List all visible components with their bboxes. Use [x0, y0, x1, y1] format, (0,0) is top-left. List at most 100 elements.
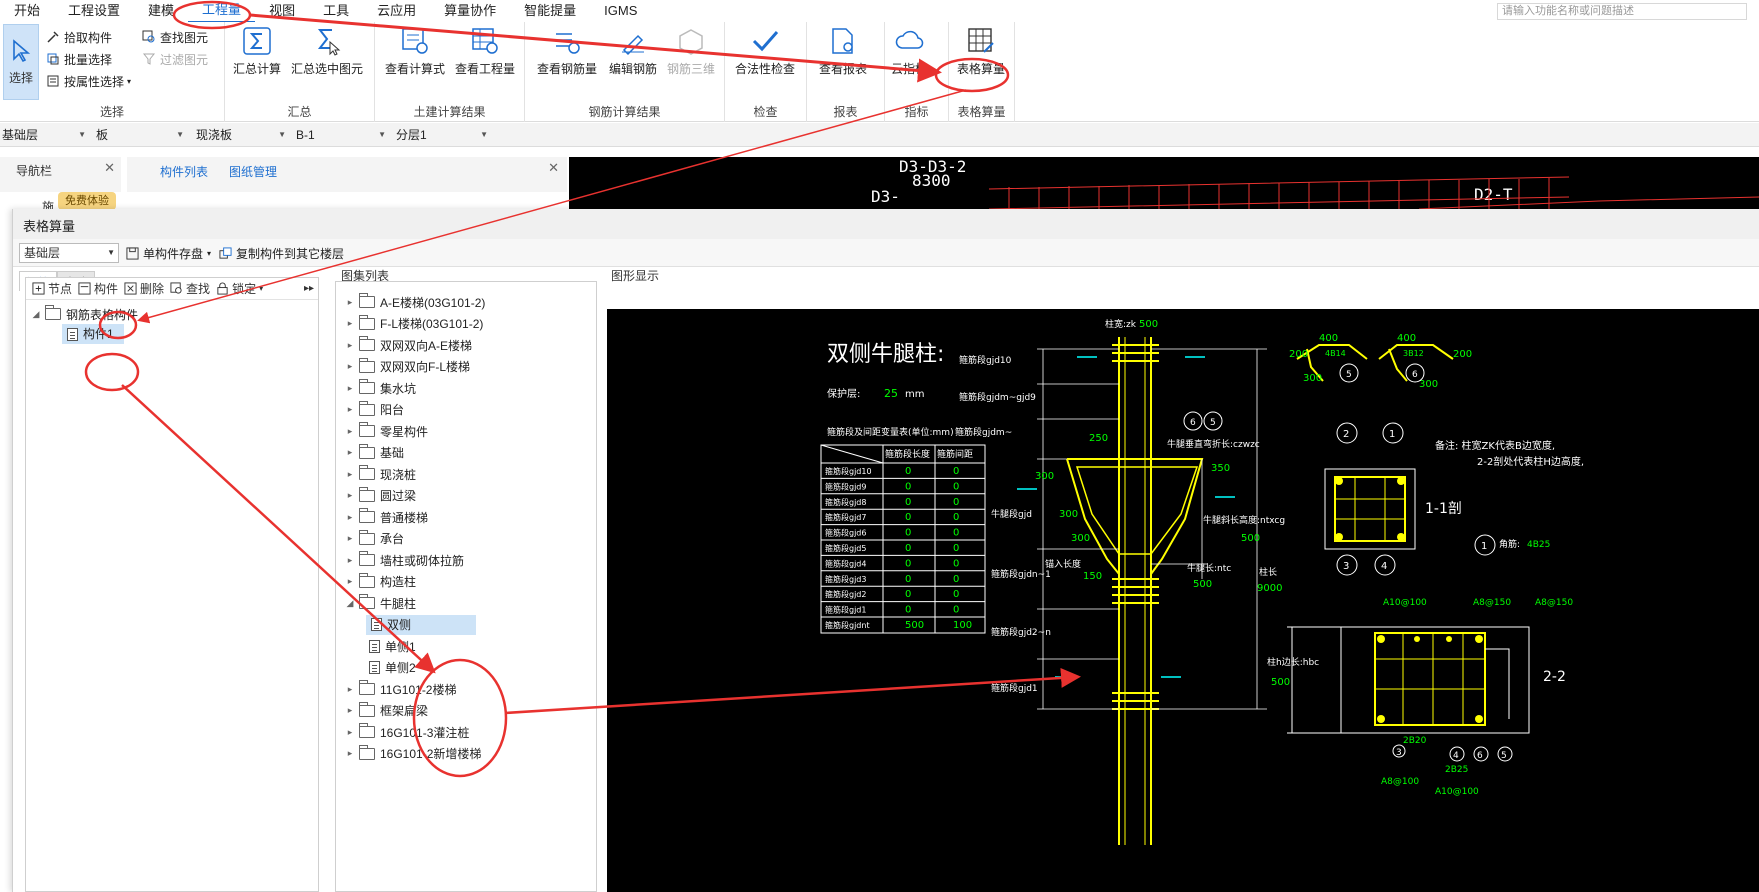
expand-icon[interactable]: ▸ — [344, 490, 356, 501]
atlas-item-label: 双侧 — [387, 617, 412, 632]
quantity-icon — [472, 28, 498, 54]
pick-component-button[interactable]: 拾取构件 — [46, 28, 112, 46]
atlas-folder-item[interactable]: ▸ 现浇桩 — [344, 464, 416, 484]
expand-icon[interactable]: ▸ — [344, 727, 356, 738]
atlas-child-item[interactable]: 单侧1 — [366, 636, 476, 656]
atlas-child-item[interactable]: 单侧2 — [366, 658, 476, 678]
rebar-3d-button[interactable]: 钢筋三维 — [667, 26, 715, 77]
table-calc-button[interactable]: 表格算量 — [957, 26, 1005, 77]
menu-view[interactable]: 视图 — [255, 0, 309, 22]
table-cell-name: 箍筋段gjd6 — [825, 528, 866, 538]
expand-icon[interactable]: ▸ — [344, 383, 356, 394]
atlas-folder-item[interactable]: ▸ 圆过梁 — [344, 486, 416, 506]
expand-icon[interactable]: ▸ — [344, 576, 356, 587]
lbl-zc-value: 9000 — [1257, 583, 1282, 594]
atlas-folder-item[interactable]: ▸ 16G101-3灌注桩 — [344, 722, 469, 742]
atlas-folder-item[interactable]: ▸ 普通楼梯 — [344, 507, 428, 527]
lock-button[interactable]: 锁定 ▾ — [216, 280, 263, 297]
filter-element-button[interactable]: 过滤图元 — [142, 50, 208, 68]
component-selector[interactable]: B-1 ▼ — [294, 126, 388, 144]
view-report-button[interactable]: 查看报表 — [819, 26, 867, 77]
delete-button[interactable]: 删除 — [124, 280, 164, 297]
cloud-index-button[interactable]: 云指标 — [891, 26, 927, 77]
collapse-icon[interactable]: ◢ — [30, 309, 42, 320]
menu-modeling[interactable]: 建模 — [134, 0, 188, 22]
type-selector[interactable]: 现浇板 ▼ — [194, 126, 288, 144]
validity-check-button[interactable]: 合法性检查 — [735, 26, 795, 77]
view-quantity-button[interactable]: 查看工程量 — [455, 26, 515, 77]
expand-icon[interactable]: ▸ — [344, 512, 356, 523]
atlas-folder-item[interactable]: ▸ 零星构件 — [344, 421, 428, 441]
close-icon[interactable]: ✕ — [548, 160, 559, 176]
tab-drawing-management[interactable]: 图纸管理 — [229, 163, 277, 180]
view-rebar-button[interactable]: 查看钢筋量 — [537, 26, 597, 77]
atlas-folder-item[interactable]: ▸ 承台 — [344, 529, 404, 549]
view-formula-button[interactable]: 查看计算式 — [385, 26, 445, 77]
free-trial-badge[interactable]: 免费体验 — [58, 192, 116, 210]
sublayer-selector[interactable]: 分层1 ▼ — [394, 126, 490, 144]
select-button[interactable]: 选择 — [3, 24, 39, 100]
atlas-folder-item[interactable]: ▸ 构造柱 — [344, 572, 416, 592]
menu-smart[interactable]: 智能提量 — [510, 0, 590, 22]
expand-icon[interactable]: ▸ — [344, 555, 356, 566]
atlas-folder-item[interactable]: ▸ 16G101-2新增楼梯 — [344, 744, 481, 764]
tab-component-list[interactable]: 构件列表 — [160, 163, 208, 180]
atlas-folder-item[interactable]: ▸ 阳台 — [344, 400, 404, 420]
collapse-icon[interactable]: ◢ — [344, 598, 356, 609]
expand-icon[interactable]: ▸ — [344, 297, 356, 308]
expand-icon[interactable]: ▸ — [344, 705, 356, 716]
copy-to-floor-button[interactable]: 复制构件到其它楼层 — [219, 245, 344, 262]
floor-selector[interactable]: 基础层 ▼ — [0, 126, 88, 144]
menu-igms[interactable]: IGMS — [590, 0, 651, 22]
tree-component-node[interactable]: 构件1 — [62, 324, 124, 344]
expand-icon[interactable]: ▸ — [344, 340, 356, 351]
atlas-folder-item[interactable]: ▸ 11G101-2楼梯 — [344, 679, 456, 699]
find-element-button[interactable]: 查找图元 — [142, 28, 208, 46]
atlas-folder-item[interactable]: ▸ 基础 — [344, 443, 404, 463]
category-selector[interactable]: 板 ▼ — [94, 126, 186, 144]
dialog-floor-select[interactable]: 基础层 ▼ — [19, 243, 119, 263]
menu-project-settings[interactable]: 工程设置 — [54, 0, 134, 22]
expand-icon[interactable]: ▸ — [344, 404, 356, 415]
expand-icon[interactable]: ▸ — [344, 469, 356, 480]
batch-select-button[interactable]: 批量选择 — [46, 50, 112, 68]
val-300c: 300 — [1071, 533, 1090, 544]
close-icon[interactable]: ✕ — [104, 160, 115, 176]
tree-root-node[interactable]: ◢ 钢筋表格构件 — [30, 304, 138, 324]
menu-start[interactable]: 开始 — [0, 0, 54, 22]
expand-icon[interactable]: ▸ — [344, 447, 356, 458]
atlas-folder-item[interactable]: ▸ F-L楼梯(03G101-2) — [344, 314, 483, 334]
add-node-button[interactable]: 节点 — [32, 280, 72, 297]
expand-icon[interactable]: ▸ — [344, 361, 356, 372]
menu-collab[interactable]: 算量协作 — [430, 0, 510, 22]
bent2-b: 200 — [1453, 349, 1472, 360]
table-cell-name: 箍筋段gjdnt — [825, 620, 870, 630]
find-button[interactable]: 查找 — [170, 280, 210, 297]
expand-icon[interactable]: ▸ — [344, 684, 356, 695]
summary-selected-button[interactable]: 汇总选中图元 — [291, 26, 363, 77]
add-component-button[interactable]: 构件 — [78, 280, 118, 297]
feature-search-input[interactable]: 请输入功能名称或问题描述 — [1497, 3, 1747, 20]
atlas-folder-item[interactable]: ▸ 集水坑 — [344, 378, 416, 398]
menu-cloud[interactable]: 云应用 — [363, 0, 430, 22]
atlas-folder-item[interactable]: ▸ A-E楼梯(03G101-2) — [344, 292, 485, 312]
delete-icon — [124, 282, 137, 295]
table-cell-name: 箍筋段gjd8 — [825, 497, 866, 507]
atlas-child-item[interactable]: 双侧 — [366, 614, 476, 635]
expand-icon[interactable]: ▸ — [344, 426, 356, 437]
atlas-folder-item[interactable]: ▸ 墙柱或砌体拉筋 — [344, 550, 464, 570]
save-component-button[interactable]: 单构件存盘 ▾ — [126, 245, 211, 262]
select-by-attribute-button[interactable]: 按属性选择 ▾ — [46, 72, 131, 90]
atlas-folder-item[interactable]: ▸ 双网双向A-E楼梯 — [344, 335, 472, 355]
expand-icon[interactable]: ▸ — [344, 318, 356, 329]
atlas-folder-item[interactable]: ◢ 牛腿柱 — [344, 593, 416, 613]
summary-calc-button[interactable]: 汇总计算 — [233, 26, 281, 77]
atlas-folder-item[interactable]: ▸ 框架扁梁 — [344, 701, 428, 721]
menu-quantity[interactable]: 工程量 — [188, 0, 256, 23]
expand-icon[interactable]: ▸▸ — [304, 283, 314, 294]
edit-rebar-button[interactable]: 编辑钢筋 — [609, 26, 657, 77]
menu-tools[interactable]: 工具 — [309, 0, 363, 22]
atlas-folder-item[interactable]: ▸ 双网双向F-L楼梯 — [344, 357, 470, 377]
expand-icon[interactable]: ▸ — [344, 748, 356, 759]
expand-icon[interactable]: ▸ — [344, 533, 356, 544]
